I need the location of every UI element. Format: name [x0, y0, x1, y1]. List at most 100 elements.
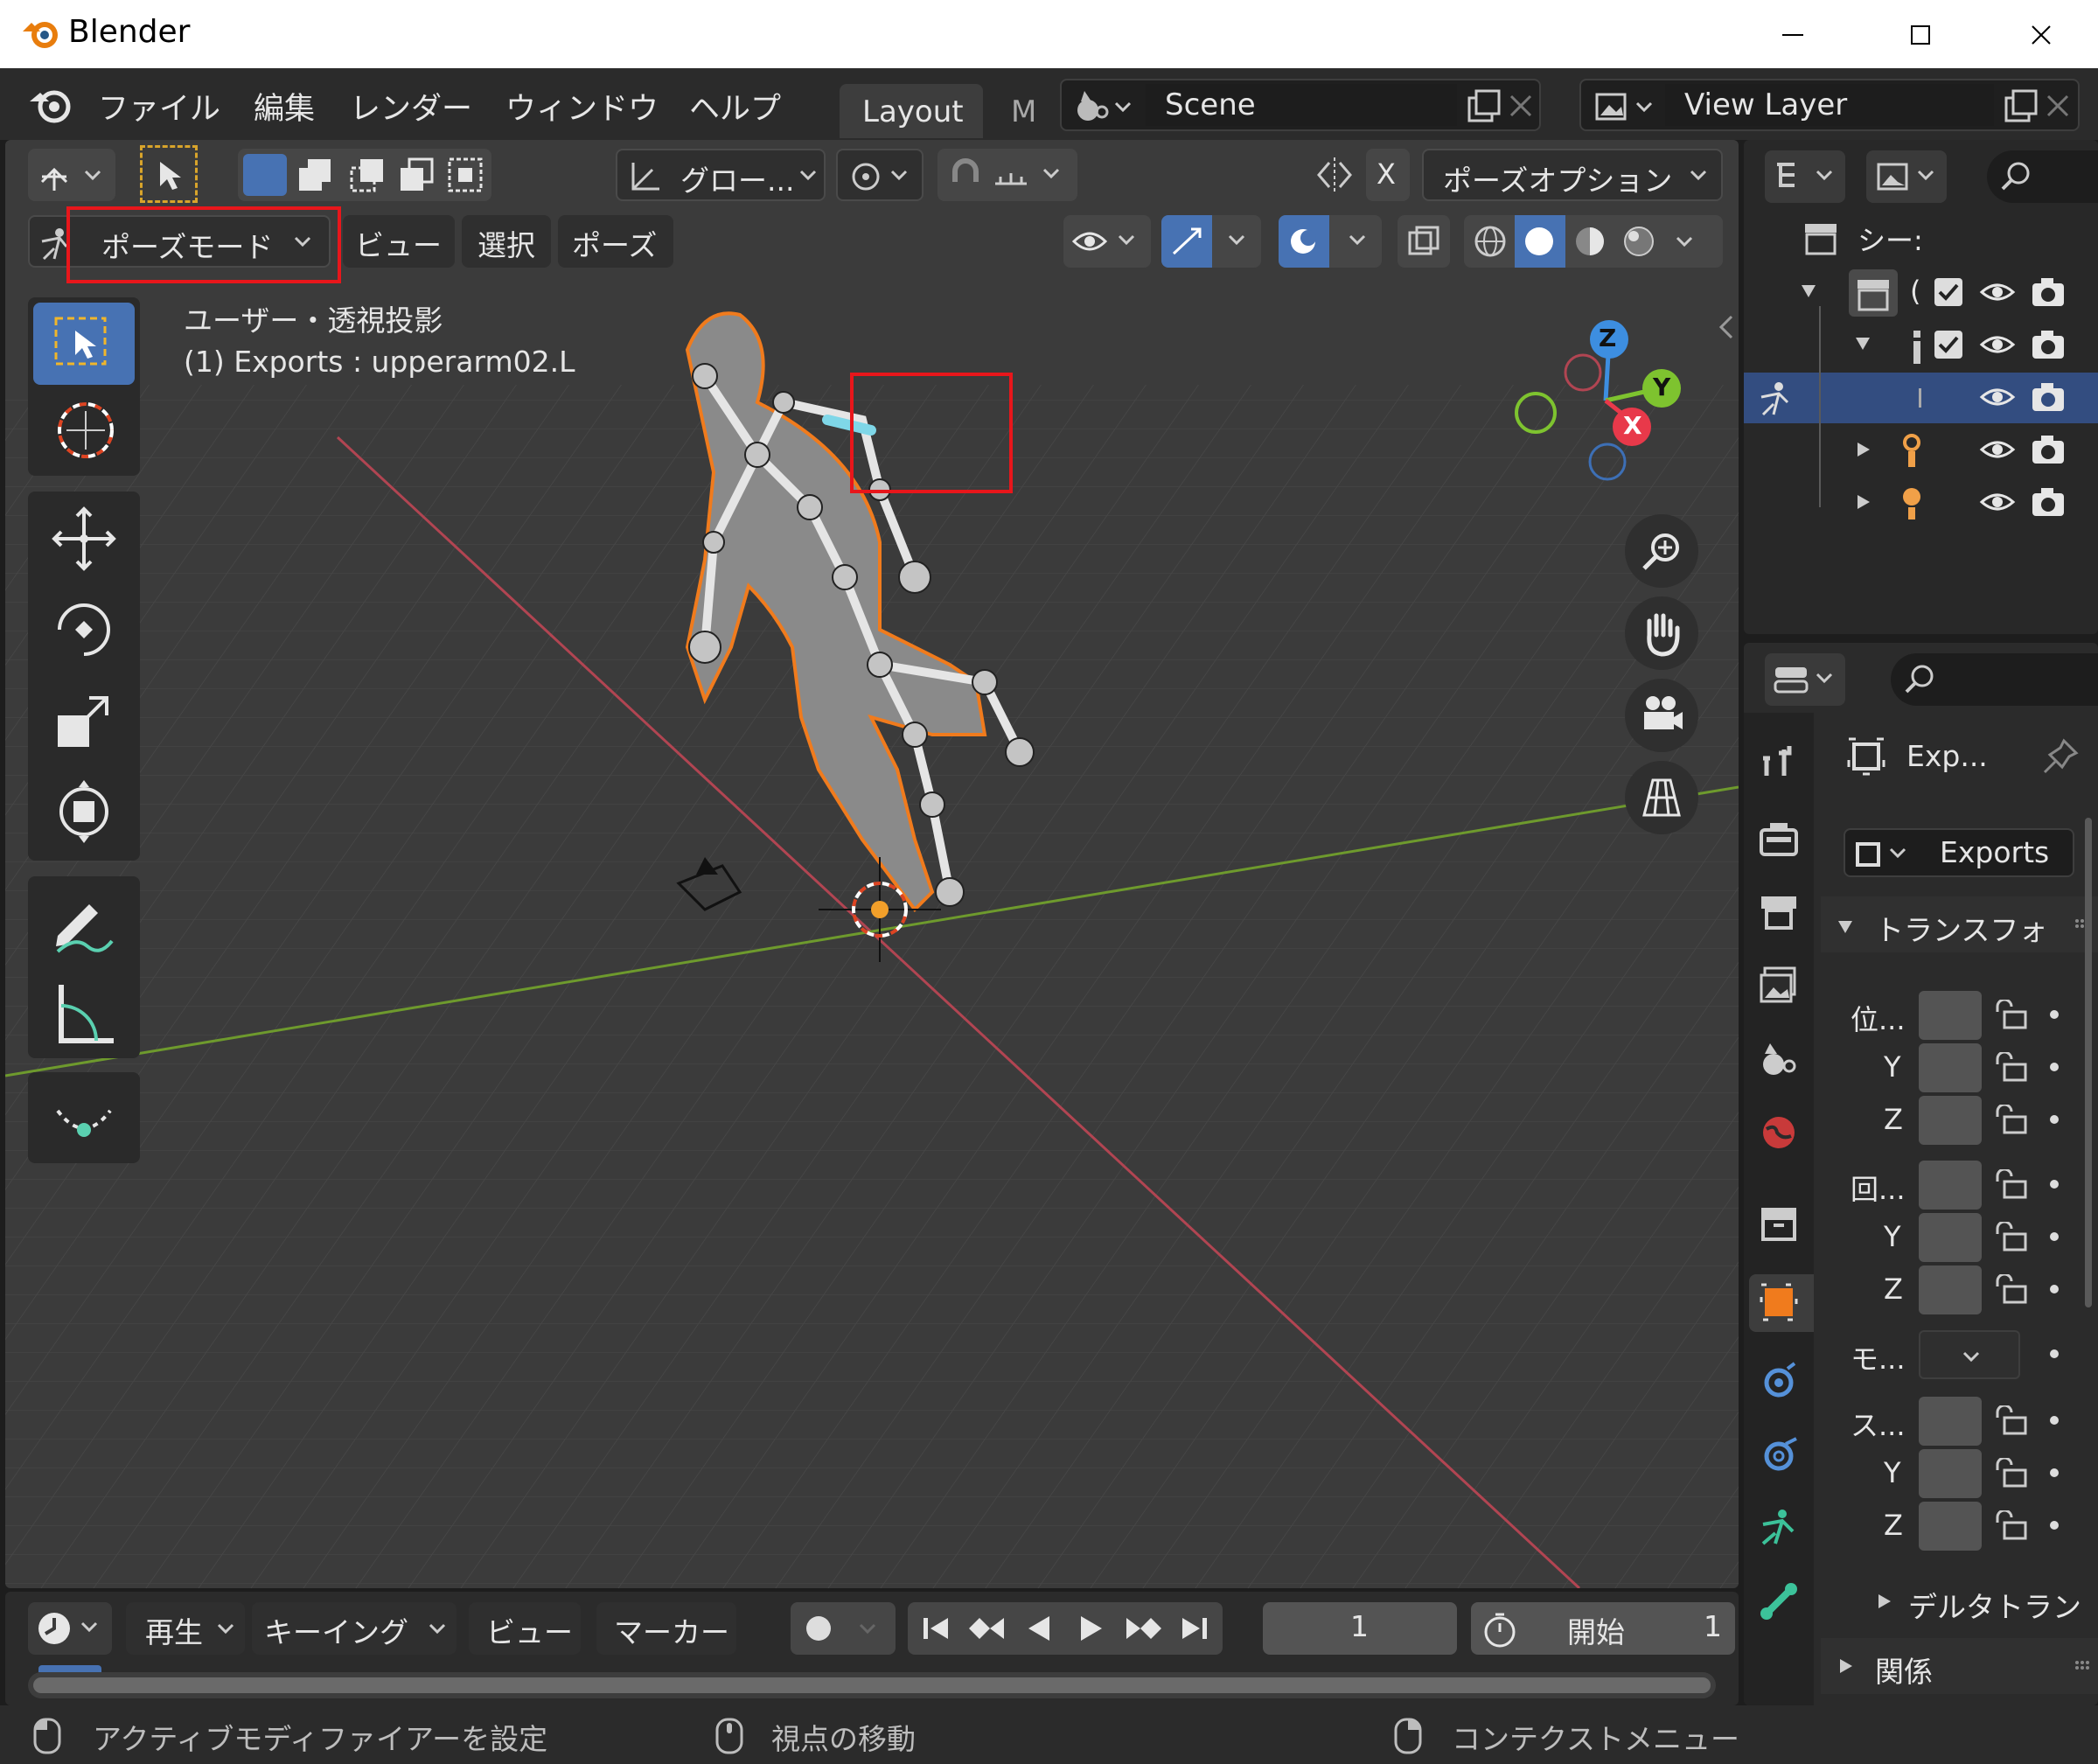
modifier-tab-icon[interactable]: [1758, 1360, 1800, 1402]
outliner-row-collection[interactable]: (: [1744, 268, 2098, 318]
eye-icon[interactable]: [1978, 329, 2017, 360]
transform-orientation-dropdown[interactable]: グロー...: [616, 149, 826, 201]
pose-options-dropdown[interactable]: ポーズオプション: [1422, 149, 1723, 201]
3d-viewport[interactable]: グロー... X ポーズオプション ポーズモード ビュー 選択 ポーズ ユーザー…: [5, 140, 1739, 1588]
tool-settings-tab-icon[interactable]: [1758, 741, 1800, 783]
gizmo-x-label[interactable]: X: [1623, 411, 1642, 440]
xray-toggle[interactable]: [1398, 215, 1450, 268]
keyframe-dot[interactable]: [2050, 1180, 2059, 1189]
relations-panel-header[interactable]: 関係: [1821, 1638, 2098, 1694]
pin-icon[interactable]: [2041, 737, 2080, 776]
solid-shading-icon[interactable]: [1520, 222, 1558, 261]
eye-icon[interactable]: [1978, 381, 2017, 413]
bone-tab-icon[interactable]: [1758, 1580, 1800, 1622]
camera-view-button[interactable]: [1625, 679, 1698, 752]
menu-edit[interactable]: 編集: [254, 84, 315, 129]
scale-x-field[interactable]: [1919, 1397, 1982, 1446]
outliner-row-armature[interactable]: [1744, 320, 2098, 371]
outliner-row-light[interactable]: [1744, 478, 2098, 528]
collapse-arrow-icon[interactable]: [1852, 439, 1873, 460]
collapse-arrow-icon[interactable]: [1852, 492, 1873, 512]
expand-arrow-icon[interactable]: [1852, 332, 1873, 353]
minimize-icon[interactable]: [1775, 17, 1810, 52]
select-extend-icon[interactable]: [294, 154, 336, 196]
world-tab-icon[interactable]: [1758, 1112, 1800, 1154]
scene-tab-icon[interactable]: [1758, 1038, 1800, 1080]
rotation-x-field[interactable]: [1919, 1161, 1982, 1210]
editor-type-button[interactable]: [28, 149, 115, 201]
output-tab-icon[interactable]: [1758, 891, 1800, 933]
eye-icon[interactable]: [1978, 276, 2017, 308]
render-camera-icon[interactable]: [2029, 485, 2067, 519]
sidebar-collapse-chevron-icon[interactable]: [1716, 311, 1737, 343]
menu-pose[interactable]: ポーズ: [558, 215, 673, 268]
lock-open-icon[interactable]: [1992, 1274, 2031, 1306]
rotate-tool-icon[interactable]: [49, 595, 119, 665]
gizmo-z-label[interactable]: Z: [1599, 324, 1616, 352]
bone-envelope-tool-icon[interactable]: [49, 1084, 119, 1154]
mirror-icon[interactable]: [1314, 154, 1356, 196]
transform-panel-header[interactable]: トランスフォ: [1821, 896, 2098, 952]
ortho-toggle-button[interactable]: [1625, 761, 1698, 834]
checkbox-checked-icon[interactable]: [1933, 329, 1964, 360]
delete-view-layer-icon[interactable]: [2041, 89, 2076, 124]
view-layer-selector[interactable]: View Layer: [1579, 79, 2080, 131]
outliner-row-selected[interactable]: [1744, 373, 2098, 423]
auto-keying-toggle[interactable]: [791, 1602, 896, 1655]
scale-tool-icon[interactable]: [49, 686, 119, 756]
play-icon[interactable]: [1072, 1609, 1111, 1648]
gizmo-toggle[interactable]: [1161, 215, 1261, 268]
material-shading-icon[interactable]: [1571, 222, 1609, 261]
zoom-button[interactable]: [1625, 514, 1698, 588]
constraint-tab-icon[interactable]: [1758, 1433, 1800, 1475]
select-invert-icon[interactable]: [395, 154, 437, 196]
timeline-editor-type[interactable]: [28, 1602, 112, 1655]
keyframe-dot[interactable]: [2050, 1285, 2059, 1293]
menu-select[interactable]: 選択: [462, 215, 551, 268]
cursor-tool-icon[interactable]: [51, 395, 121, 465]
delta-transform-subpanel[interactable]: デルタトラン: [1821, 1575, 2098, 1628]
jump-to-start-icon[interactable]: [917, 1609, 955, 1648]
rendered-shading-icon[interactable]: [1620, 222, 1658, 261]
lock-open-icon[interactable]: [1992, 1105, 2031, 1136]
eye-icon[interactable]: [1978, 486, 2017, 518]
timeline-scrubber[interactable]: [28, 1665, 1716, 1698]
rotation-y-field[interactable]: [1919, 1213, 1982, 1262]
keyframe-dot[interactable]: [2050, 1115, 2059, 1124]
menu-render[interactable]: レンダー: [350, 84, 472, 129]
menu-view[interactable]: ビュー: [343, 215, 455, 268]
3d-cursor-icon[interactable]: [819, 857, 941, 962]
jump-to-end-icon[interactable]: [1175, 1609, 1214, 1648]
display-mode-dropdown[interactable]: [1866, 150, 1947, 203]
camera-object-icon[interactable]: [670, 848, 749, 918]
expand-arrow-icon[interactable]: [1798, 280, 1819, 301]
select-intersect-icon[interactable]: [444, 154, 486, 196]
pivot-point-dropdown[interactable]: [836, 149, 924, 201]
mirror-x-toggle[interactable]: X: [1366, 149, 1410, 201]
rotation-mode-dropdown[interactable]: [1919, 1330, 2020, 1379]
visibility-dropdown[interactable]: [1063, 215, 1151, 268]
measure-tool-icon[interactable]: [49, 980, 119, 1049]
annotate-tool-icon[interactable]: [49, 889, 119, 959]
location-z-field[interactable]: [1919, 1096, 1982, 1145]
wireframe-shading-icon[interactable]: [1471, 222, 1509, 261]
lock-open-icon[interactable]: [1992, 1458, 2031, 1489]
location-x-field[interactable]: [1919, 991, 1982, 1040]
scale-z-field[interactable]: [1919, 1502, 1982, 1551]
transform-tool-icon[interactable]: [49, 777, 119, 847]
render-camera-icon[interactable]: [2029, 275, 2067, 310]
start-frame-field[interactable]: 開始 1: [1471, 1602, 1735, 1655]
timeline-view-menu[interactable]: ビュー: [469, 1602, 581, 1655]
menu-file[interactable]: ファイル: [98, 84, 220, 129]
overlays-toggle[interactable]: [1279, 215, 1382, 268]
blender-menu-icon[interactable]: [26, 82, 73, 126]
lock-open-icon[interactable]: [1992, 1510, 2031, 1542]
eye-icon[interactable]: [1978, 434, 2017, 465]
properties-scrollbar[interactable]: [2085, 818, 2092, 1307]
keyframe-dot[interactable]: [2050, 1349, 2059, 1358]
scene-name-field[interactable]: Scene: [1146, 84, 1457, 126]
keyframe-dot[interactable]: [2050, 1010, 2059, 1019]
delete-scene-icon[interactable]: [1504, 89, 1539, 124]
scene-collection-label[interactable]: シー:: [1858, 219, 1923, 259]
lock-open-icon[interactable]: [1992, 1000, 2031, 1031]
